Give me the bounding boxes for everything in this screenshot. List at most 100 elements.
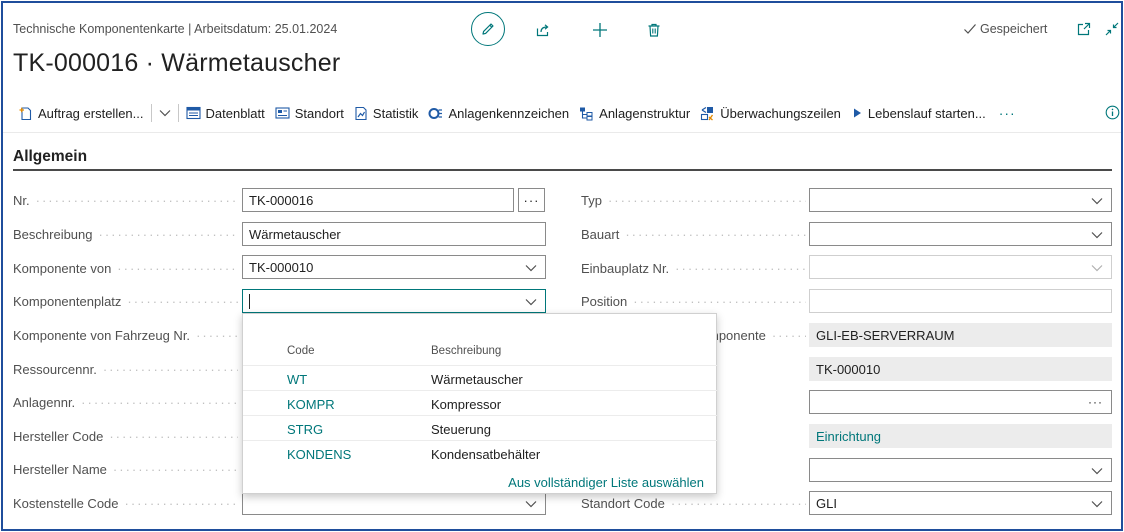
action-label: Anlagenstruktur [599,105,691,121]
dropdown-row-desc: Kondensatbehälter [431,447,541,462]
action-ueberwachungszeilen[interactable]: Überwachungszeilen [695,99,846,127]
action-label: Standort [294,105,344,121]
chevron-down-icon [1091,501,1103,508]
page-frame: Technische Komponentenkarte | Arbeitsdat… [1,1,1123,531]
text-cursor [249,293,250,309]
field-label-komponente-von-fahrzeug: Komponente von Fahrzeug Nr.·············… [13,328,238,343]
action-label: Anlagenkennzeichen [448,105,570,121]
field-label-komponentenplatz: Komponentenplatz························… [13,294,238,309]
beschreibung-field[interactable]: Wärmetauscher [242,222,546,246]
location-icon [275,107,290,119]
action-anlagenkennzeichen[interactable]: Anlagenkennzeichen [423,99,574,127]
standort-code-select[interactable]: GLI [809,491,1112,515]
dropdown-row-desc: Kompressor [431,397,502,412]
info-button[interactable] [1104,104,1120,120]
collapse-button[interactable] [1103,20,1121,38]
plus-icon [593,23,607,37]
action-anlagenstruktur[interactable]: Anlagenstruktur [574,99,695,127]
saved-status: Gespeichert [963,22,1047,36]
position-field [809,289,1112,313]
share-button[interactable] [533,20,553,40]
field-label-position: Position································… [581,294,806,309]
open-in-new-window-icon [1077,22,1091,36]
field-label-typ: Typ·····································… [581,193,806,208]
field-label-komponente-von: Komponente von··························… [13,261,238,276]
einrichtung-link[interactable]: Einrichtung [816,429,881,444]
dropdown-row[interactable]: KOMPR Kompressor [243,390,717,415]
action-label: Lebenslauf starten... [867,105,986,121]
kostenstelle-code-select[interactable] [242,491,546,515]
readonly-field-2: TK-000010 [809,357,1112,381]
edit-button[interactable] [471,12,505,46]
einrichtung-field[interactable]: Einrichtung [809,424,1112,448]
action-lebenslauf-starten[interactable]: Lebenslauf starten... [846,99,991,127]
monitoring-lines-icon [701,106,714,120]
delete-button[interactable] [644,20,664,40]
dropdown-row[interactable]: STRG Steuerung [243,415,717,440]
action-separator [150,104,152,122]
bauart-select[interactable] [809,222,1112,246]
datasheet-icon [185,106,201,120]
share-icon [536,24,549,37]
lookup-assist-button[interactable]: ··· [1088,395,1103,409]
chevron-down-icon [525,501,537,508]
collapse-icon [1105,22,1119,36]
action-datenblatt[interactable]: Datenblatt [181,99,270,127]
statistics-icon [355,106,367,120]
standort-code-value: GLI [816,495,837,511]
lookup-field[interactable]: ··· [809,390,1112,414]
saved-status-label: Gespeichert [980,22,1048,36]
pencil-icon [482,23,494,35]
komponentenplatz-select[interactable] [242,289,546,313]
field-label-komponente-partial: mponente·········· [708,328,806,343]
nr-field[interactable]: TK-000016 [242,188,514,212]
nr-assist-button[interactable]: ··· [518,188,545,212]
field-label-standort-code: Standort Code···························… [581,496,806,511]
typ-select[interactable] [809,188,1112,212]
field-label-hersteller-name: Hersteller Name·························… [13,462,238,477]
page-caption: Technische Komponentenkarte | Arbeitsdat… [13,22,338,36]
plant-identifier-icon [428,107,443,119]
action-label: Auftrag erstellen... [38,105,144,121]
action-more-options-dropdown[interactable] [154,99,176,127]
komponente-readonly-value: GLI-EB-SERVERRAUM [816,327,955,343]
add-button[interactable] [590,20,610,40]
chevron-down-icon [525,299,537,306]
chevron-down-icon [525,265,537,272]
section-underline [13,169,1112,171]
section-title-allgemein: Allgemein [13,148,88,165]
komponente-von-select[interactable]: TK-000010 [242,255,546,279]
action-standort[interactable]: Standort [270,99,349,127]
dropdown-row-code: WT [287,372,308,387]
plant-structure-icon [580,107,593,120]
dropdown-row-code: STRG [287,422,324,437]
page-title: TK-000016 · Wärmetauscher [13,49,341,77]
dropdown-row[interactable]: KONDENS Kondensatbehälter [243,440,717,465]
select-from-full-list-link[interactable]: Aus vollständiger Liste auswählen [508,475,704,490]
chevron-down-icon [159,110,170,117]
action-auftrag-erstellen[interactable]: Auftrag erstellen... [13,99,149,127]
open-in-new-window-button[interactable] [1075,20,1093,38]
more-actions-button[interactable]: ··· [991,105,1024,121]
select-field-9[interactable] [809,458,1112,482]
action-statistik[interactable]: Statistik [349,99,424,127]
action-label: Überwachungszeilen [720,105,841,121]
komponente-von-value: TK-000010 [249,259,314,275]
field-label-bauart: Bauart··································… [581,227,806,242]
action-bar-divider [3,132,1121,133]
info-icon [1105,105,1119,119]
field-label-ressourcennr: Ressourcennr.···························… [13,362,238,377]
einbauplatz-nr-select [809,255,1112,279]
action-separator [177,104,179,122]
action-bar: Auftrag erstellen... Datenblatt Standort… [13,99,1024,127]
readonly-value-2: TK-000010 [816,361,881,377]
field-label-einbauplatz-nr: Einbauplatz Nr.·························… [581,261,806,276]
play-icon [853,108,861,118]
dropdown-row[interactable]: WT Wärmetauscher [243,365,717,390]
field-label-beschreibung: Beschreibung····························… [13,227,238,242]
nr-value: TK-000016 [249,192,314,208]
chevron-down-icon [1091,198,1103,205]
chevron-down-icon [1091,265,1103,272]
beschreibung-value: Wärmetauscher [249,226,341,242]
field-label-nr: Nr.·····································… [13,193,238,208]
